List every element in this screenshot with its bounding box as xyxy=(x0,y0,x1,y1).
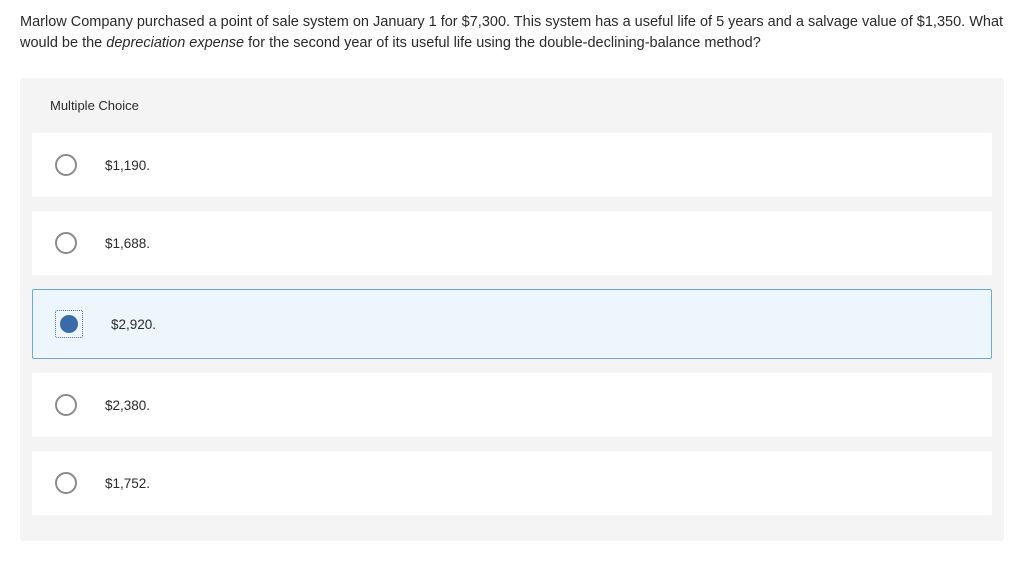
option-label: $1,752. xyxy=(105,476,150,491)
option-1[interactable]: $1,688. xyxy=(32,211,992,275)
option-label: $1,688. xyxy=(105,236,150,251)
option-label: $2,380. xyxy=(105,398,150,413)
radio-icon[interactable] xyxy=(55,232,77,254)
option-4[interactable]: $1,752. xyxy=(32,451,992,515)
options-list: $1,190. $1,688. $2,920. $2,380. $1,752. xyxy=(20,133,1004,541)
radio-selected-icon[interactable] xyxy=(55,310,83,338)
option-label: $1,190. xyxy=(105,158,150,173)
radio-icon[interactable] xyxy=(55,472,77,494)
radio-icon[interactable] xyxy=(55,154,77,176)
quiz-panel: Multiple Choice $1,190. $1,688. $2,920. … xyxy=(20,78,1004,541)
option-2[interactable]: $2,920. xyxy=(32,289,992,359)
question-emphasis: depreciation expense xyxy=(106,35,244,51)
question-text: Marlow Company purchased a point of sale… xyxy=(0,0,1024,78)
radio-fill-icon xyxy=(60,315,78,333)
option-3[interactable]: $2,380. xyxy=(32,373,992,437)
question-suffix: for the second year of its useful life u… xyxy=(244,35,761,51)
multiple-choice-header: Multiple Choice xyxy=(20,78,1004,133)
option-label: $2,920. xyxy=(111,317,156,332)
radio-icon[interactable] xyxy=(55,394,77,416)
option-0[interactable]: $1,190. xyxy=(32,133,992,197)
